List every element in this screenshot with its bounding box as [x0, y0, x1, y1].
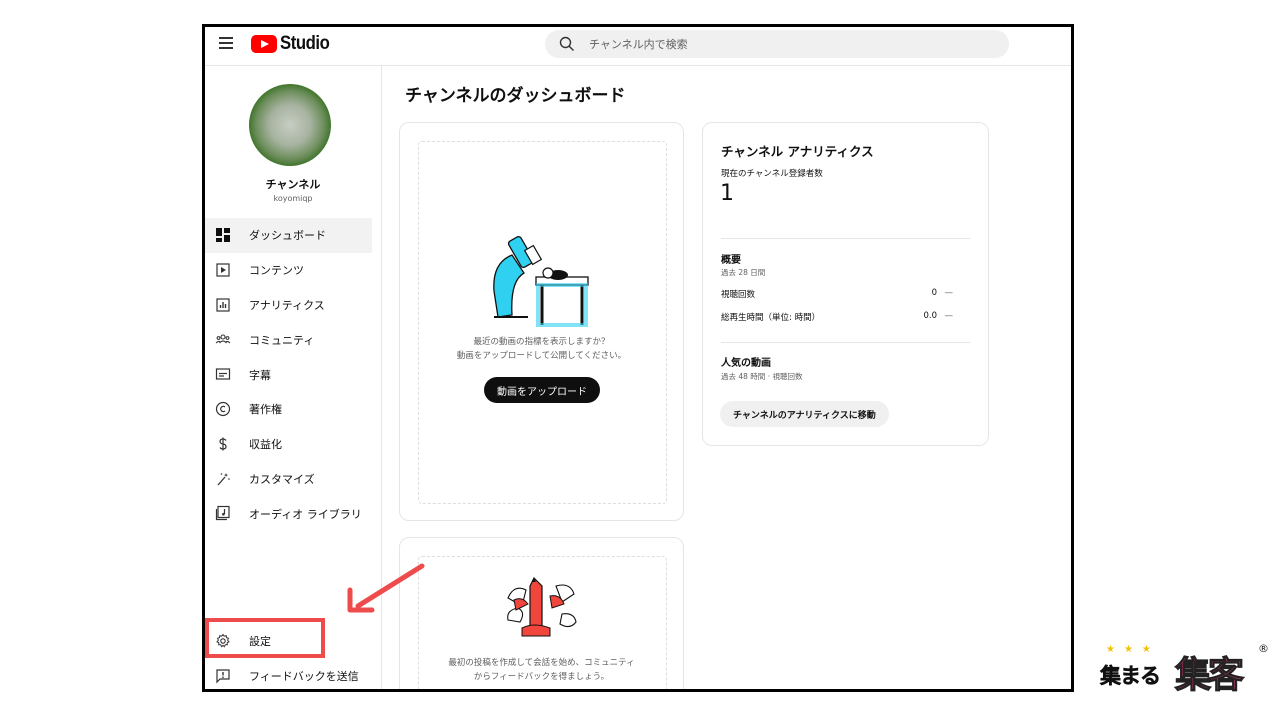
community-icon — [215, 334, 231, 344]
analytics-title: チャンネル アナリティクス — [721, 144, 874, 159]
sidebar-item-dashboard[interactable]: ダッシュボード — [205, 218, 372, 253]
popular-videos-period: 過去 48 時間 · 視聴回数 — [721, 372, 803, 381]
search-input[interactable] — [587, 36, 971, 52]
channel-avatar[interactable] — [249, 84, 331, 166]
community-post-card: 最初の投稿を作成して会話を始め、コミュニティ からフィードバックを得ましょう。 — [399, 537, 684, 689]
upload-video-card: 最近の動画の指標を表示しますか？ 動画をアップロードして公開してください。 動画… — [399, 122, 684, 521]
sidebar-item-subtitles[interactable]: 字幕 — [205, 357, 381, 392]
search-icon — [559, 36, 574, 51]
microscope-illustration — [493, 235, 589, 327]
hamburger-menu-icon[interactable] — [219, 37, 233, 49]
settings-highlight-box — [205, 618, 325, 658]
summary-period: 過去 28 日間 — [721, 268, 766, 277]
content-icon — [216, 263, 230, 277]
divider — [721, 342, 970, 343]
channel-name: チャンネル — [265, 178, 321, 191]
views-delta: — — [944, 288, 954, 298]
sidebar-item-label: アナリティクス — [249, 298, 325, 312]
channel-analytics-card: チャンネル アナリティクス 現在のチャンネル登録者数 1 概要 過去 28 日間… — [702, 122, 989, 446]
sidebar-item-content[interactable]: コンテンツ — [205, 253, 381, 288]
pointer-arrow — [347, 563, 425, 613]
watch-time-delta: — — [944, 311, 954, 321]
dashboard-icon — [216, 228, 230, 242]
sidebar-item-label: コミュニティ — [249, 333, 315, 347]
views-value: 0 — [931, 288, 937, 298]
sidebar-item-community[interactable]: コミュニティ — [205, 322, 381, 357]
analytics-icon — [216, 297, 230, 312]
upload-video-button[interactable]: 動画をアップロード — [484, 377, 600, 403]
pencil-chat-illustration — [507, 576, 577, 637]
copyright-icon — [215, 401, 231, 417]
watch-time-label: 総再生時間（単位: 時間） — [721, 313, 821, 323]
sidebar-item-monetization[interactable]: 収益化 — [205, 427, 381, 462]
youtube-play-icon — [251, 35, 277, 53]
page-title: チャンネルのダッシュボード — [405, 86, 626, 106]
watch-time-value: 0.0 — [923, 311, 937, 321]
watermark-registered: ® — [1258, 642, 1269, 655]
views-row: 視聴回数 0 — — [721, 288, 971, 300]
channel-handle: koyomiqp — [273, 194, 313, 203]
popular-videos-heading: 人気の動画 — [721, 358, 771, 369]
sidebar-item-label: コンテンツ — [249, 264, 304, 278]
sidebar-nav: ダッシュボード コンテンツ アナリティクス コミュニティ 字幕 著作権 収益化 … — [205, 218, 381, 531]
sidebar-item-label: 収益化 — [249, 438, 282, 452]
magic-wand-icon — [217, 472, 230, 486]
top-bar: Studio — [205, 27, 1071, 66]
studio-window: Studio チャンネル koyomiqp ダッシュボード — [202, 24, 1074, 692]
upload-prompt-line2: 動画をアップロードして公開してください。 — [456, 351, 627, 361]
sidebar-item-label: カスタマイズ — [249, 472, 315, 486]
sidebar-item-analytics[interactable]: アナリティクス — [205, 288, 381, 323]
watermark-logo: ★★★ 集まる 集客 ® — [1098, 640, 1269, 697]
subscribers-label: 現在のチャンネル登録者数 — [721, 169, 823, 179]
subtitles-icon — [215, 368, 231, 380]
sidebar-item-label: ダッシュボード — [249, 229, 326, 243]
community-prompt-line1: 最初の投稿を作成して会話を始め、コミュニティ — [448, 658, 635, 668]
sidebar-item-label: 著作権 — [249, 403, 282, 417]
watermark-stars: ★★★ — [1106, 644, 1160, 655]
sidebar-item-feedback[interactable]: フィードバックを送信 — [205, 659, 381, 689]
logo-text: Studio — [280, 33, 330, 54]
search-bar[interactable] — [545, 30, 1009, 58]
dollar-icon — [219, 437, 227, 451]
divider — [721, 238, 970, 239]
watermark-big-text: 集客 — [1174, 654, 1244, 696]
sidebar-item-customize[interactable]: カスタマイズ — [205, 462, 381, 497]
feedback-icon — [216, 669, 230, 684]
sidebar-item-label: オーディオ ライブラリ — [249, 507, 362, 521]
sidebar-item-label: フィードバックを送信 — [249, 670, 359, 684]
sidebar-item-copyright[interactable]: 著作権 — [205, 392, 381, 427]
go-to-analytics-button[interactable]: チャンネルのアナリティクスに移動 — [720, 401, 889, 427]
subscribers-count: 1 — [720, 181, 734, 206]
sidebar-item-label: 字幕 — [249, 368, 271, 382]
studio-logo[interactable]: Studio — [251, 33, 336, 55]
summary-heading: 概要 — [721, 255, 741, 266]
watch-time-row: 総再生時間（単位: 時間） 0.0 — — [721, 311, 971, 323]
views-label: 視聴回数 — [721, 290, 756, 300]
upload-prompt-line1: 最近の動画の指標を表示しますか？ — [473, 337, 610, 347]
community-prompt-line2: からフィードバックを得ましょう。 — [473, 672, 610, 682]
audio-library-icon — [215, 506, 230, 521]
watermark-small-text: 集まる — [1100, 664, 1162, 689]
sidebar-item-audio-library[interactable]: オーディオ ライブラリ — [205, 496, 381, 531]
